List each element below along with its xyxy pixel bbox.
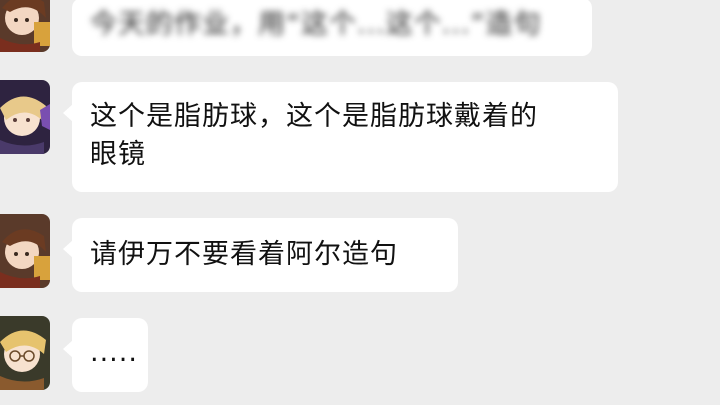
message-text-line: 这个是脂肪球，这个是脂肪球戴着的: [90, 101, 538, 132]
message-text-line: 今天的作业，用“这个...这个...”造句: [90, 9, 542, 40]
message-bubble[interactable]: .....: [63, 318, 148, 392]
brown-haired-character-avatar-icon[interactable]: [0, 214, 50, 288]
message-bubble[interactable]: 今天的作业，用“这个...这个...”造句: [72, 0, 592, 56]
blonde-character-avatar-icon[interactable]: [0, 80, 50, 154]
message-text-line: .....: [90, 337, 138, 368]
message-text-line: 眼镜: [90, 139, 146, 170]
chat-message-list[interactable]: 今天的作业，用“这个...这个...”造句 这个是脂肪球，这个是脂肪球戴着的 眼…: [0, 0, 720, 405]
brown-haired-character-avatar-icon[interactable]: [0, 0, 50, 52]
message-text-line: 请伊万不要看着阿尔造句: [90, 239, 398, 270]
message-bubble[interactable]: 这个是脂肪球，这个是脂肪球戴着的 眼镜: [63, 82, 618, 192]
message-bubble[interactable]: 请伊万不要看着阿尔造句: [63, 218, 458, 292]
blonde-glasses-character-avatar-icon[interactable]: [0, 316, 50, 390]
